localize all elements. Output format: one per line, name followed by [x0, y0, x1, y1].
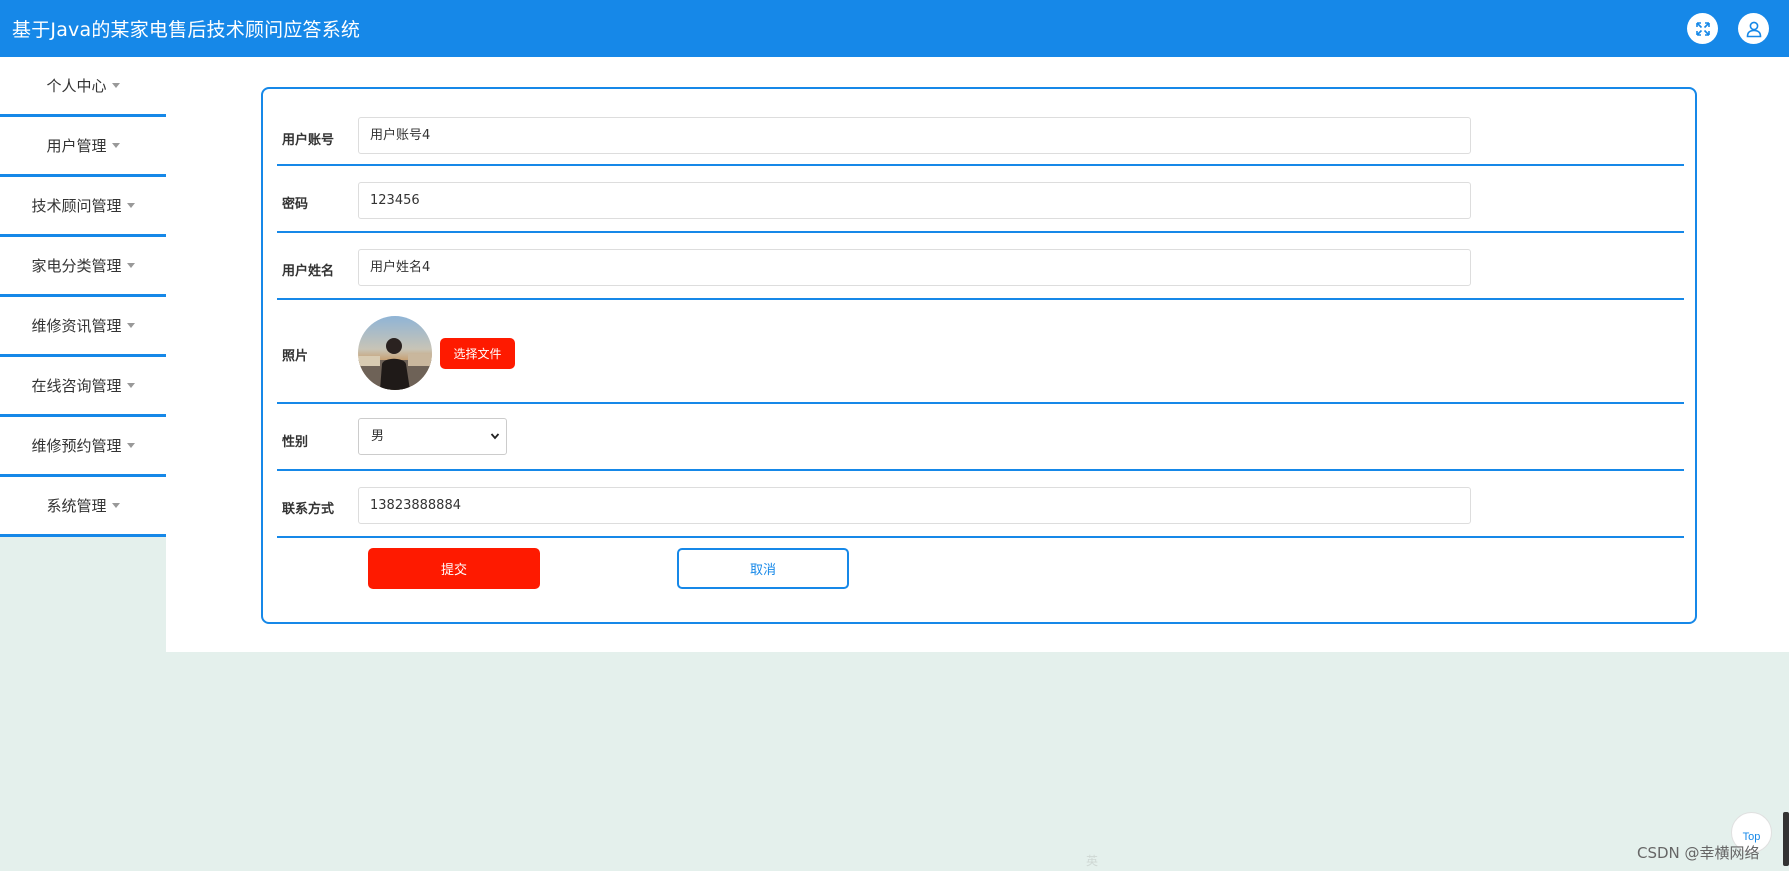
caret-down-icon: [111, 83, 120, 88]
sidebar-item-consult-management[interactable]: 在线咨询管理: [0, 357, 166, 417]
sidebar-item-label: 家电分类管理: [31, 257, 122, 275]
user-icon[interactable]: [1738, 13, 1769, 44]
chevron-down-icon: [490, 419, 500, 468]
ime-mode-label: 英: [1086, 853, 1099, 868]
sidebar-item-news-management[interactable]: 维修资讯管理: [0, 297, 166, 357]
caret-down-icon: [111, 143, 120, 148]
avatar-image: [358, 338, 432, 390]
sidebar-item-personal-center[interactable]: 个人中心: [0, 57, 166, 117]
account-label: 用户账号: [282, 133, 335, 148]
name-label: 用户姓名: [282, 264, 335, 279]
sidebar-item-label: 维修资讯管理: [31, 317, 122, 335]
sidebar-item-label: 技术顾问管理: [31, 197, 122, 215]
gender-selected-value: 男: [371, 429, 385, 444]
user-form: 用户账号 用户账号4 密码 123456 用户姓名 用户姓名4 照片 选择文件 …: [261, 87, 1697, 624]
caret-down-icon: [126, 263, 135, 268]
form-row-gender: 性别 男: [277, 404, 1684, 471]
caret-down-icon: [126, 383, 135, 388]
caret-down-icon: [126, 443, 135, 448]
sidebar-item-category-management[interactable]: 家电分类管理: [0, 237, 166, 297]
sidebar: 个人中心 用户管理 技术顾问管理 家电分类管理 维修资讯管理 在线咨询管理 维修…: [0, 57, 166, 537]
gender-select[interactable]: 男: [358, 418, 507, 455]
choose-file-button[interactable]: 选择文件: [440, 338, 515, 369]
caret-down-icon: [111, 503, 120, 508]
ime-toolbar: 英: [1086, 851, 1098, 869]
sidebar-item-label: 系统管理: [46, 497, 107, 515]
user-icon-glyph: [1746, 21, 1761, 37]
photo-label: 照片: [282, 349, 309, 364]
name-input[interactable]: 用户姓名4: [358, 249, 1471, 286]
contact-input[interactable]: 13823888884: [358, 487, 1471, 524]
form-row-password: 密码 123456: [277, 166, 1684, 233]
cancel-button[interactable]: 取消: [677, 548, 849, 589]
sidebar-item-user-management[interactable]: 用户管理: [0, 117, 166, 177]
form-row-contact: 联系方式 13823888884: [277, 471, 1684, 538]
sidebar-item-label: 在线咨询管理: [31, 377, 122, 395]
gender-label: 性别: [282, 435, 309, 450]
sidebar-item-appointment-management[interactable]: 维修预约管理: [0, 417, 166, 477]
sidebar-item-system-management[interactable]: 系统管理: [0, 477, 166, 537]
expand-icon[interactable]: [1687, 13, 1718, 44]
main-panel: 用户账号 用户账号4 密码 123456 用户姓名 用户姓名4 照片 选择文件 …: [166, 57, 1789, 652]
expand-icon-glyph: [1695, 21, 1710, 36]
password-label: 密码: [282, 197, 309, 212]
contact-label: 联系方式: [282, 502, 335, 517]
sidebar-item-label: 用户管理: [46, 137, 107, 155]
form-row-photo: 照片 选择文件: [277, 300, 1684, 404]
sidebar-item-label: 个人中心: [46, 77, 107, 95]
form-row-name: 用户姓名 用户姓名4: [277, 233, 1684, 300]
app-title: 基于Java的某家电售后技术顾问应答系统: [12, 19, 361, 41]
sidebar-item-consultant-management[interactable]: 技术顾问管理: [0, 177, 166, 237]
form-row-account: 用户账号 用户账号4: [277, 89, 1684, 166]
account-input[interactable]: 用户账号4: [358, 117, 1471, 154]
password-input[interactable]: 123456: [358, 182, 1471, 219]
watermark: CSDN @幸横网络: [1637, 844, 1760, 862]
chevron-down-glyph: [490, 433, 500, 440]
submit-button[interactable]: 提交: [368, 548, 540, 589]
top-bar: 基于Java的某家电售后技术顾问应答系统: [0, 0, 1789, 57]
sidebar-item-label: 维修预约管理: [31, 437, 122, 455]
avatar: [358, 316, 432, 390]
caret-down-icon: [126, 323, 135, 328]
side-handle: [1783, 812, 1789, 866]
caret-down-icon: [126, 203, 135, 208]
